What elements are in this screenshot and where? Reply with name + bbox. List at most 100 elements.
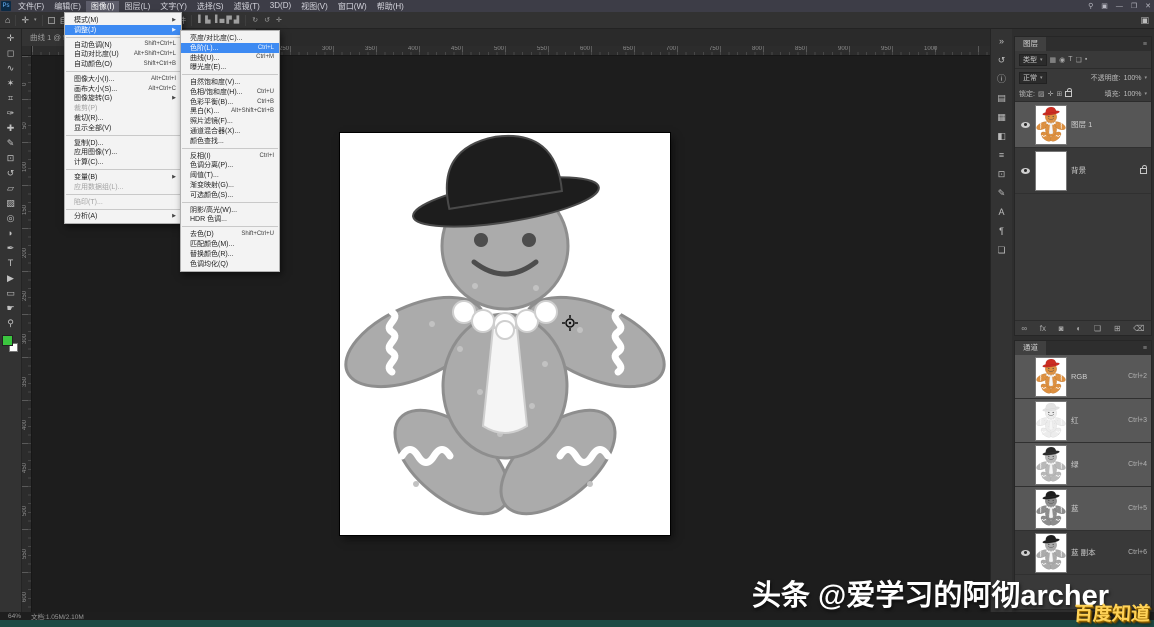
shape-tool[interactable]: ▭: [0, 286, 21, 301]
foreground-color-swatch[interactable]: [2, 335, 13, 346]
menu-item[interactable]: 文字(Y): [155, 1, 192, 12]
menu-item[interactable]: 曲线(U)... Ctrl+M ▶: [181, 53, 279, 63]
swatches-panel-icon[interactable]: ▦: [991, 108, 1012, 127]
align-icon[interactable]: ▄: [218, 16, 225, 24]
hand-tool[interactable]: ☛: [0, 301, 21, 316]
align-icon[interactable]: ▟: [233, 16, 240, 24]
menu-item[interactable]: ▶: [182, 148, 278, 149]
menu-item[interactable]: 图层(L): [119, 1, 155, 12]
opacity-value[interactable]: 100%: [1124, 75, 1142, 82]
paragraph-panel-icon[interactable]: ¶: [991, 222, 1012, 241]
menu-item[interactable]: 色调均化(Q) ▶: [181, 259, 279, 269]
channels-tab[interactable]: 通道: [1015, 341, 1046, 355]
document-canvas[interactable]: [340, 133, 670, 535]
menu-item[interactable]: 匹配颜色(M)... ▶: [181, 239, 279, 249]
menu-item[interactable]: 文件(F): [13, 1, 49, 12]
home-icon[interactable]: ⌂: [5, 15, 10, 25]
menu-item[interactable]: 反相(I) Ctrl+I ▶: [181, 151, 279, 161]
menu-item[interactable]: 复制(D)... ▶: [65, 138, 181, 148]
背景[interactable]: 背景: [1015, 148, 1151, 194]
menu-item[interactable]: 应用图像(Y)... ▶: [65, 148, 181, 158]
menu-item[interactable]: 裁剪(P) ▶: [65, 103, 181, 113]
menu-item[interactable]: 调整(J) ▶: [65, 25, 181, 35]
filter-icon[interactable]: T: [1068, 56, 1072, 64]
menu-item[interactable]: 颜色查找... ▶: [181, 136, 279, 146]
menu-item[interactable]: 曝光度(E)... ▶: [181, 62, 279, 72]
filter-icon[interactable]: ◉: [1059, 56, 1065, 64]
menu-item[interactable]: 色调分离(P)... ▶: [181, 161, 279, 171]
link-layers-icon[interactable]: ∞: [1021, 324, 1027, 333]
collapse-panels-icon[interactable]: »: [991, 32, 1012, 51]
align-icon[interactable]: ▐: [211, 16, 218, 24]
panel-menu-icon[interactable]: ≡: [1143, 41, 1147, 48]
menu-item[interactable]: 计算(C)... ▶: [65, 157, 181, 167]
menu-item[interactable]: 视图(V): [296, 1, 333, 12]
lock-option-icon[interactable]: ⊞: [1056, 90, 1062, 98]
menu-item[interactable]: ▶: [66, 71, 180, 72]
libraries-panel-icon[interactable]: ❏: [991, 241, 1012, 260]
menu-item[interactable]: ▶: [66, 194, 180, 195]
lock-all-icon[interactable]: [1065, 91, 1072, 97]
menu-item[interactable]: 黑白(K)... Alt+Shift+Ctrl+B ▶: [181, 107, 279, 117]
menu-item[interactable]: 色彩平衡(B)... Ctrl+B ▶: [181, 97, 279, 107]
menu-item[interactable]: 显示全部(V) ▶: [65, 123, 181, 133]
move-tool[interactable]: ✛: [0, 31, 21, 46]
filter-icon[interactable]: ❏: [1076, 56, 1082, 64]
menu-item[interactable]: 图像大小(I)... Alt+Ctrl+I ▶: [65, 74, 181, 84]
filter-type-dropdown[interactable]: 类型 ▾: [1019, 54, 1047, 66]
menu-item[interactable]: ▶: [182, 74, 278, 75]
menu-item[interactable]: 画布大小(S)... Alt+Ctrl+C ▶: [65, 84, 181, 94]
menu-item[interactable]: 应用数据组(L)... ▶: [65, 182, 181, 192]
menu-item[interactable]: ▶: [182, 226, 278, 227]
quick-selection-tool[interactable]: ✶: [0, 76, 21, 91]
mode-icon[interactable]: ✛: [275, 16, 283, 24]
RGB[interactable]: RGB Ctrl+2: [1015, 355, 1151, 399]
brush-tool[interactable]: ✎: [0, 136, 21, 151]
fill-value[interactable]: 100%: [1124, 91, 1142, 98]
menu-item[interactable]: 亮度/对比度(C)... ▶: [181, 33, 279, 43]
menu-item[interactable]: 阴影/高光(W)... ▶: [181, 205, 279, 215]
menu-item[interactable]: ▶: [66, 169, 180, 170]
menu-item[interactable]: 图像(I): [86, 1, 120, 12]
search-icon[interactable]: ⚲: [1088, 2, 1093, 10]
brush-settings-panel-icon[interactable]: ✎: [991, 184, 1012, 203]
history-brush-tool[interactable]: ↺: [0, 166, 21, 181]
menu-item[interactable]: 可选颜色(S)... ▶: [181, 190, 279, 200]
properties-panel-icon[interactable]: ≡: [991, 146, 1012, 165]
panel-menu-icon[interactable]: ≡: [1143, 345, 1147, 352]
lock-option-icon[interactable]: ▨: [1038, 90, 1045, 98]
adjustments-panel-icon[interactable]: ◧: [991, 127, 1012, 146]
menu-item[interactable]: 滤镜(T): [229, 1, 265, 12]
mode-icon[interactable]: ↺: [263, 16, 271, 24]
dodge-tool[interactable]: ◗: [0, 226, 21, 241]
workspace-icon[interactable]: ▣: [1101, 2, 1108, 10]
zoom-level[interactable]: 64%: [8, 613, 21, 620]
menu-item[interactable]: 3D(D): [265, 1, 296, 12]
menu-item[interactable]: 去色(D) Shift+Ctrl+U ▶: [181, 229, 279, 239]
menu-item[interactable]: 模式(M) ▶: [65, 15, 181, 25]
minimize-icon[interactable]: —: [1116, 3, 1123, 10]
menu-item[interactable]: 自动对比度(U) Alt+Shift+Ctrl+L ▶: [65, 49, 181, 59]
delete-layer-icon[interactable]: ⌫: [1133, 324, 1144, 333]
menu-item[interactable]: 照片滤镜(F)... ▶: [181, 116, 279, 126]
menu-item[interactable]: 渐变映射(G)... ▶: [181, 180, 279, 190]
menu-item[interactable]: 帮助(H): [372, 1, 409, 12]
mode-icon[interactable]: ↻: [251, 16, 259, 24]
menu-item[interactable]: 色阶(L)... Ctrl+L ▶: [181, 43, 279, 53]
eyedropper-tool[interactable]: ✑: [0, 106, 21, 121]
layer-style-icon[interactable]: fx: [1040, 324, 1046, 333]
lasso-tool[interactable]: ∿: [0, 61, 21, 76]
gradient-tool[interactable]: ▨: [0, 196, 21, 211]
clone-stamp-tool[interactable]: ⊡: [0, 151, 21, 166]
info-panel-icon[interactable]: ⓘ: [991, 70, 1012, 89]
menu-item[interactable]: ▶: [66, 37, 180, 38]
layer-name[interactable]: 图层 1: [1071, 119, 1092, 130]
workspace-switcher-icon[interactable]: ▣: [1140, 15, 1149, 26]
menu-item[interactable]: 通道混合器(X)... ▶: [181, 126, 279, 136]
tool-preset-caret-icon[interactable]: ▾: [34, 17, 37, 23]
menu-item[interactable]: 替换颜色(R)... ▶: [181, 249, 279, 259]
menu-item[interactable]: 窗口(W): [333, 1, 372, 12]
menu-item[interactable]: ▶: [66, 135, 180, 136]
filter-icon[interactable]: ▪: [1085, 56, 1087, 64]
menu-item[interactable]: 自动颜色(O) Shift+Ctrl+B ▶: [65, 59, 181, 69]
